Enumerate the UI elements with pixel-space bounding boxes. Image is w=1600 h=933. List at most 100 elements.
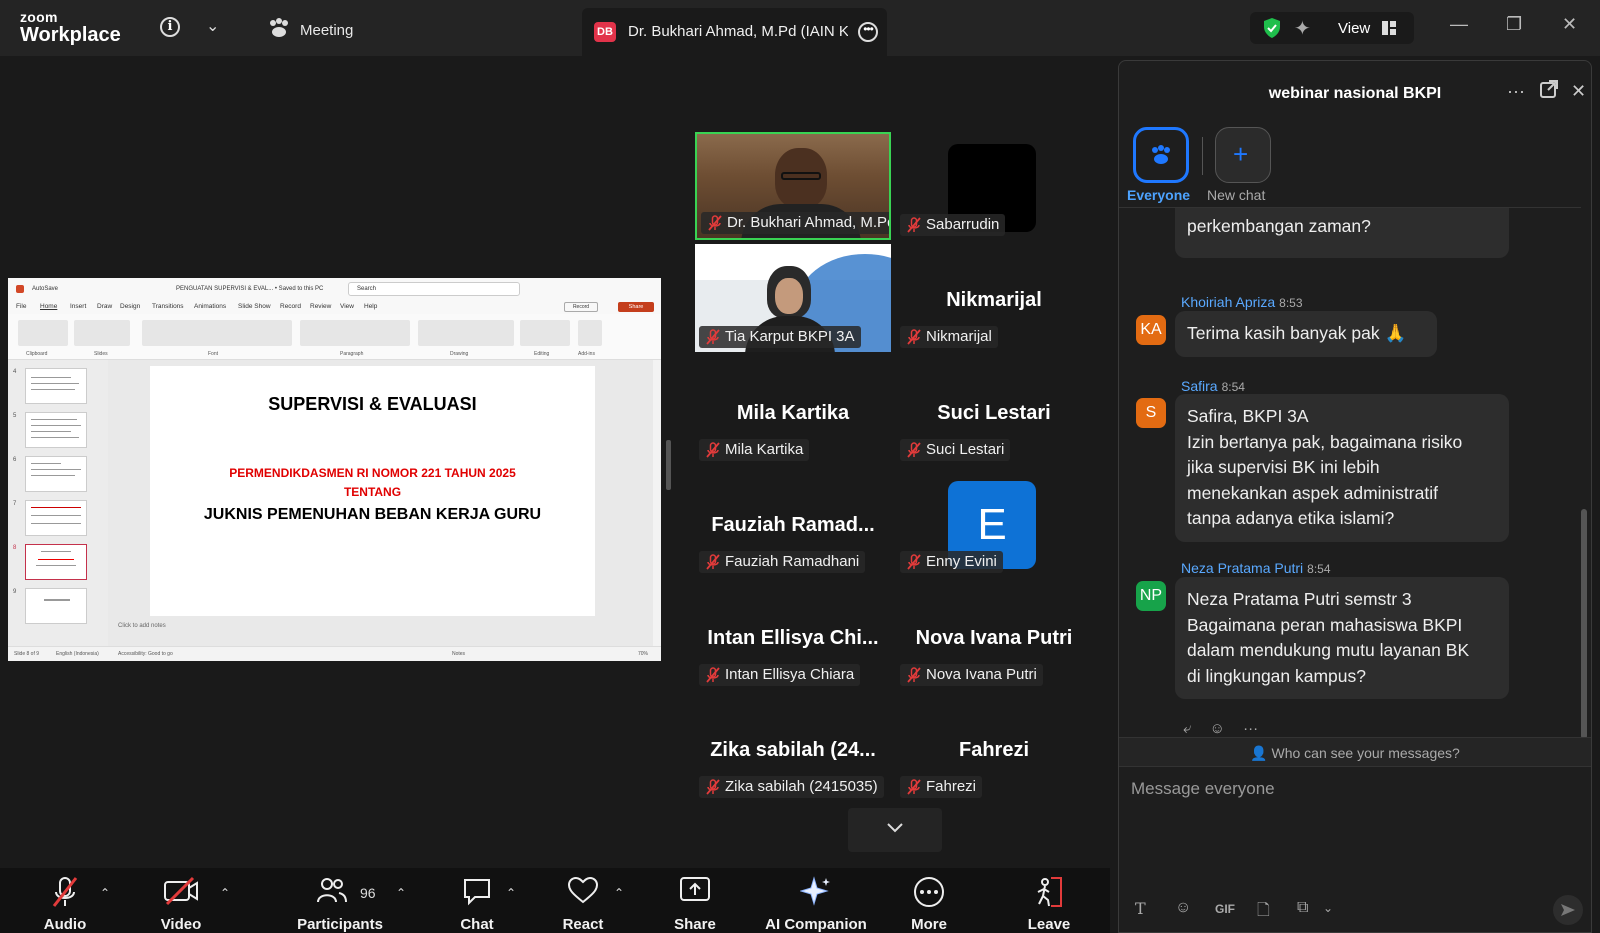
send-button[interactable] [1553,895,1583,925]
sender-name[interactable]: Safira [1181,378,1218,394]
participant-tile[interactable]: Suci Lestari Suci Lestari [896,357,1092,465]
ppt-record-button: Record [564,302,598,312]
ribbon-slides [74,320,130,346]
participant-tile[interactable]: Nikmarijal Nikmarijal [896,244,1092,352]
ribbon-addins [578,320,602,346]
chat-bubble[interactable]: Neza Pratama Putri semstr 3 Bagaimana per… [1175,577,1509,699]
sender-name[interactable]: Khoiriah Apriza [1181,294,1275,310]
share-screen-button[interactable]: Share [658,868,732,933]
react-options-caret[interactable]: ⌃ [614,886,624,900]
restore-icon[interactable]: ❐ [1506,14,1522,35]
message-line: jika supervisi BK ini lebih [1187,457,1380,477]
gif-button[interactable]: GIF [1215,902,1235,916]
participant-name: Dr. Bukhari Ahmad, M.Pd ... [727,214,889,231]
file-icon[interactable]: 🗋 [1257,899,1270,926]
more-options-icon[interactable]: ••• [858,22,878,42]
participant-tile[interactable]: E Enny Evini [896,469,1092,577]
meeting-tab-label[interactable]: Meeting [300,22,353,39]
react-button[interactable]: React [546,868,620,933]
message-line: Safira, BKPI 3A [1187,406,1309,426]
logo-brand: zoom [20,9,58,25]
ppt-search-placeholder: Search [357,286,377,292]
slide-thumbnail: 7 [13,500,87,536]
muted-mic-icon [906,217,922,240]
muted-mic-icon [50,876,80,915]
audio-button[interactable]: Audio [28,868,102,933]
sender-name[interactable]: Neza Pratama Putri [1181,560,1303,576]
message-more-icon[interactable]: ··· [1243,720,1258,737]
emoji-icon[interactable]: ☺ [1175,899,1191,917]
format-text-icon[interactable]: T [1135,899,1146,918]
chevron-down-icon[interactable]: ⌄ [206,16,219,36]
message-sender[interactable]: Neza Pratama Putri 8:54 [1181,560,1331,576]
muted-mic-icon [705,329,721,352]
chevron-down-icon[interactable]: ⌄ [1323,901,1333,915]
who-can-see-bar[interactable]: 👤 Who can see your messages? [1119,737,1591,767]
participant-name-label: Tia Karput BKPI 3A [699,326,861,348]
status-slide-count: Slide 8 of 9 [14,651,40,657]
thumb-number: 6 [13,457,17,463]
split-resize-handle[interactable] [666,440,671,490]
audio-options-caret[interactable]: ⌃ [100,886,110,900]
meeting-info-icon[interactable]: i [160,17,180,37]
participant-display-name: Zika sabilah (24... [710,739,876,761]
chat-bubble[interactable]: Terima kasih banyak pak 🙏 [1175,311,1437,357]
participant-tile[interactable]: Sabarrudin [896,132,1092,240]
chat-scrollbar[interactable] [1581,209,1589,793]
message-input[interactable]: Message everyone [1131,779,1275,799]
share-label: Share [674,916,716,933]
ribbon-drawing [418,320,514,346]
chat-label: Chat [460,916,494,933]
meeting-paw-icon[interactable] [268,18,290,43]
view-button[interactable]: View [1338,20,1370,37]
message-time: 8:54 [1307,562,1331,576]
active-speaker-tab[interactable]: DB Dr. Bukhari Ahmad, M.Pd (IAIN Ke ••• [582,8,887,56]
participant-tile[interactable]: Mila Kartika Mila Kartika [695,357,891,465]
chat-scroll-thumb[interactable] [1581,509,1587,739]
everyone-label[interactable]: Everyone [1127,187,1190,203]
close-window-icon[interactable]: ✕ [1562,14,1577,35]
heart-icon [567,876,599,909]
message-time: 8:54 [1221,380,1245,394]
participant-tile[interactable]: Nova Ivana Putri Nova Ivana Putri [896,582,1092,690]
new-chat-label[interactable]: New chat [1207,187,1265,203]
participant-name: Enny Evini [926,553,997,570]
slide-thumbnail: 5 [13,412,87,448]
chat-more-icon[interactable]: ··· [1507,81,1525,102]
view-grid-icon[interactable] [1382,21,1396,40]
video-options-caret[interactable]: ⌃ [220,886,230,900]
chat-button[interactable]: Chat [440,868,514,933]
chat-options-caret[interactable]: ⌃ [506,886,516,900]
participant-tile[interactable]: Zika sabilah (24... Zika sabilah (2415035… [695,694,891,802]
participant-tile[interactable]: Tia Karput BKPI 3A [695,244,891,352]
popout-icon[interactable] [1539,79,1559,104]
close-chat-icon[interactable]: ✕ [1571,81,1586,102]
participant-tile[interactable]: Intan Ellisya Chi... Intan Ellisya Chiara [695,582,891,690]
participants-options-caret[interactable]: ⌃ [396,886,406,900]
participant-tile[interactable]: Fauziah Ramad... Fauziah Ramadhani [695,469,891,577]
leave-button[interactable]: Leave [1012,868,1086,933]
video-button[interactable]: Video [144,868,218,933]
thumb-number: 8 [13,545,17,551]
reply-icon[interactable]: ⤶ [1183,720,1191,737]
gallery-scroll-down-button[interactable] [848,808,942,852]
ai-sparkle-icon[interactable]: ✦ [1294,16,1311,41]
encryption-shield-icon[interactable] [1262,17,1282,44]
slide-tentang: TENTANG [343,485,402,499]
message-sender[interactable]: Safira 8:54 [1181,378,1245,394]
screenshot-icon[interactable]: ⧉ [1297,899,1308,917]
message-sender[interactable]: Khoiriah Apriza 8:53 [1181,294,1303,310]
muted-mic-icon [906,667,922,690]
muted-mic-icon [906,554,922,577]
emoji-react-icon[interactable]: ☺ [1210,720,1225,737]
ai-companion-button[interactable]: AI Companion [760,868,872,933]
participant-tile[interactable]: Dr. Bukhari Ahmad, M.Pd ... [695,132,891,240]
participant-tile[interactable]: Fahrezi Fahrezi [896,694,1092,802]
minimize-icon[interactable]: — [1450,14,1468,35]
more-button[interactable]: More [892,868,966,933]
everyone-channel-button[interactable] [1133,127,1189,183]
chat-panel: webinar nasional BKPI ··· ✕ + Everyone N… [1118,60,1592,933]
chat-bubble[interactable]: Safira, BKPI 3A Izin bertanya pak, bagaim… [1175,394,1509,542]
new-chat-button[interactable]: + [1215,127,1271,183]
sender-avatar: KA [1136,315,1166,345]
